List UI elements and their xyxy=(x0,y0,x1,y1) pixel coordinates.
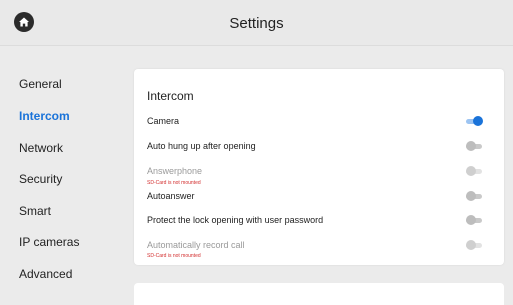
toggle-knob xyxy=(466,141,476,151)
record-call-warning: SD-Card is not mounted xyxy=(147,253,201,259)
toggle-knob xyxy=(466,215,476,225)
section-title: Intercom xyxy=(147,89,194,103)
toggle-knob xyxy=(466,240,476,250)
camera-label: Camera xyxy=(147,116,180,126)
sidebar-item-security[interactable]: Security xyxy=(19,172,62,186)
protect-lock-label: Protect the lock opening with user passw… xyxy=(147,215,324,225)
sidebar-item-advanced[interactable]: Advanced xyxy=(19,267,72,281)
top-bar: Settings xyxy=(0,0,513,46)
toggle-knob xyxy=(473,116,483,126)
camera-toggle[interactable] xyxy=(466,116,483,126)
intercom-settings-card: Intercom Camera Auto hung up after openi… xyxy=(134,69,504,265)
sidebar-item-intercom[interactable]: Intercom xyxy=(19,109,70,123)
record-call-label: Automatically record call xyxy=(147,240,245,250)
answerphone-label: Answerphone xyxy=(147,166,203,176)
toggle-knob xyxy=(466,191,476,201)
sidebar-item-network[interactable]: Network xyxy=(19,141,63,155)
next-settings-card xyxy=(134,283,504,305)
protect-lock-toggle[interactable] xyxy=(466,215,482,225)
toggle-knob xyxy=(466,166,476,176)
autoanswer-label: Autoanswer xyxy=(147,191,195,201)
record-call-toggle xyxy=(466,240,482,250)
autoanswer-toggle[interactable] xyxy=(466,191,482,201)
auto-hang-up-toggle[interactable] xyxy=(466,141,482,151)
auto-hang-up-label: Auto hung up after opening xyxy=(147,141,256,151)
sidebar: General Intercom Network Security Smart … xyxy=(0,46,125,305)
sidebar-item-smart[interactable]: Smart xyxy=(19,204,51,218)
answerphone-toggle xyxy=(466,166,482,176)
answerphone-warning: SD-Card is not mounted xyxy=(147,180,201,186)
sidebar-item-ip-cameras[interactable]: IP cameras xyxy=(19,235,79,249)
page-title: Settings xyxy=(229,15,284,32)
sidebar-item-general[interactable]: General xyxy=(19,77,62,91)
